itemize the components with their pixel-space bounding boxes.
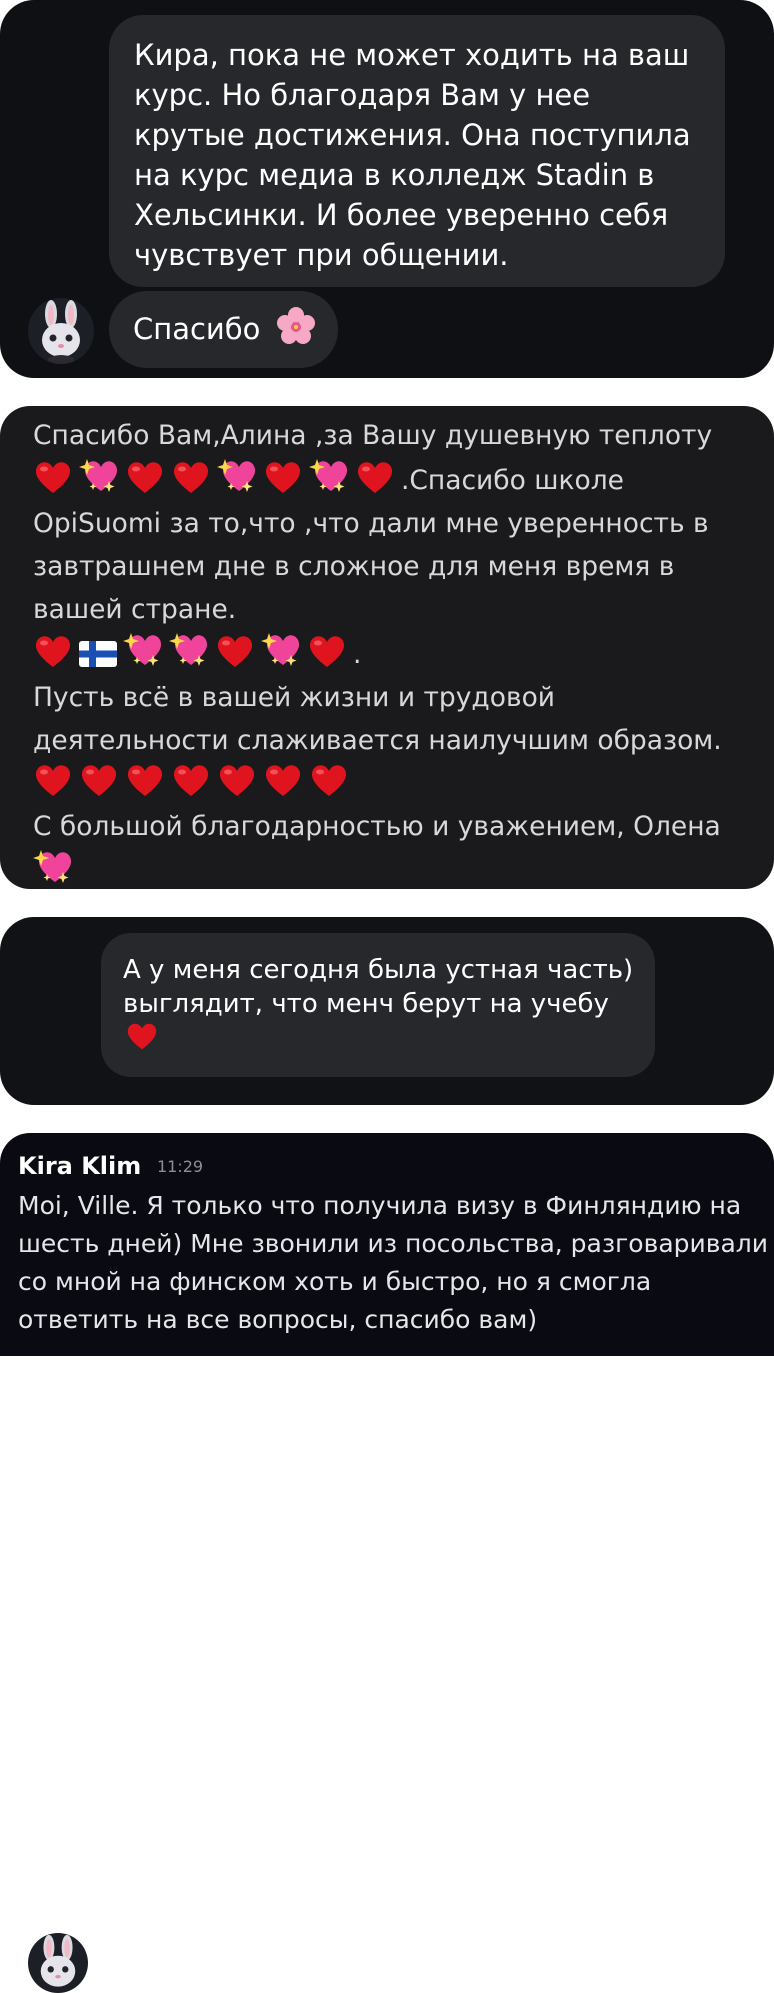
red-heart-icon	[171, 459, 211, 495]
red-heart-icon	[263, 459, 303, 495]
red-heart-icon	[217, 762, 257, 798]
post-line: С большой благодарностью и уважением, Ол…	[33, 811, 721, 842]
message-bubble: Кира, пока не может ходить на ваш курс. …	[109, 15, 725, 287]
chat-screenshot-3: Kira Klim 11:29 Moi, Ville. Я только что…	[0, 1133, 774, 1356]
post-line: деятельности слаживается наилучшим образ…	[33, 725, 722, 756]
sparkling-heart-icon	[79, 457, 119, 495]
sparkling-heart-icon	[217, 457, 257, 495]
red-heart-icon	[125, 459, 165, 495]
emoji-row-2: .	[33, 631, 763, 676]
message-text: А у меня сегодня была устная часть) выгл…	[123, 955, 634, 1019]
red-heart-icon	[33, 762, 73, 798]
message-time: 11:29	[157, 1157, 204, 1176]
sparkling-heart-icon	[123, 631, 163, 669]
bunny-avatar-icon[interactable]	[28, 1933, 88, 1993]
red-heart-icon	[125, 1021, 159, 1060]
bunny-avatar-icon[interactable]	[28, 298, 94, 364]
message-bubble: А у меня сегодня была устная часть) выгл…	[101, 933, 655, 1077]
emoji-row-4	[33, 848, 763, 893]
red-heart-icon	[33, 633, 73, 669]
chat-screenshot-2: А у меня сегодня была устная часть) выгл…	[0, 917, 774, 1993]
post-line: Пусть всё в вашей жизни и трудовой	[33, 682, 556, 713]
red-heart-icon	[307, 633, 347, 669]
post-line: .	[353, 639, 362, 670]
post-line: завтрашнем дне в сложное для меня время …	[33, 551, 675, 582]
red-heart-icon	[125, 762, 165, 798]
post-line: OpiSuomi за то,что ,что дали мне уверенн…	[33, 508, 709, 539]
sender-name[interactable]: Kira Klim	[18, 1151, 141, 1181]
post-line: вашей стране.	[33, 594, 237, 625]
sparkling-heart-icon	[309, 457, 349, 495]
sparkling-heart-icon	[33, 848, 73, 886]
red-heart-icon	[215, 633, 255, 669]
post-line: .Спасибо школе	[401, 465, 624, 496]
red-heart-icon	[79, 762, 119, 798]
cherry-blossom-icon	[276, 306, 316, 346]
emoji-row-3	[33, 762, 763, 805]
finland-flag-icon	[79, 637, 117, 669]
sparkling-heart-icon	[261, 631, 301, 669]
sparkling-heart-icon	[169, 631, 209, 669]
post-line: Спасибо Вам,Алина ,за Вашу душевную тепл…	[33, 420, 713, 451]
emoji-row-1: .Спасибо школе	[33, 457, 763, 502]
message-text: Moi, Ville. Я только что получила визу в…	[18, 1191, 769, 1334]
chat-screenshot-1: Кира, пока не может ходить на ваш курс. …	[0, 0, 774, 378]
red-heart-icon	[355, 459, 395, 495]
red-heart-icon	[309, 762, 349, 798]
red-heart-icon	[263, 762, 303, 798]
comment-text: Спасибо Вам,Алина ,за Вашу душевную тепл…	[33, 414, 763, 893]
comment-screenshot: Спасибо Вам,Алина ,за Вашу душевную тепл…	[0, 406, 774, 889]
reply-text: Спасибо	[133, 312, 261, 346]
reply-bubble: Спасибо	[109, 291, 338, 368]
red-heart-icon	[33, 459, 73, 495]
red-heart-icon	[171, 762, 211, 798]
